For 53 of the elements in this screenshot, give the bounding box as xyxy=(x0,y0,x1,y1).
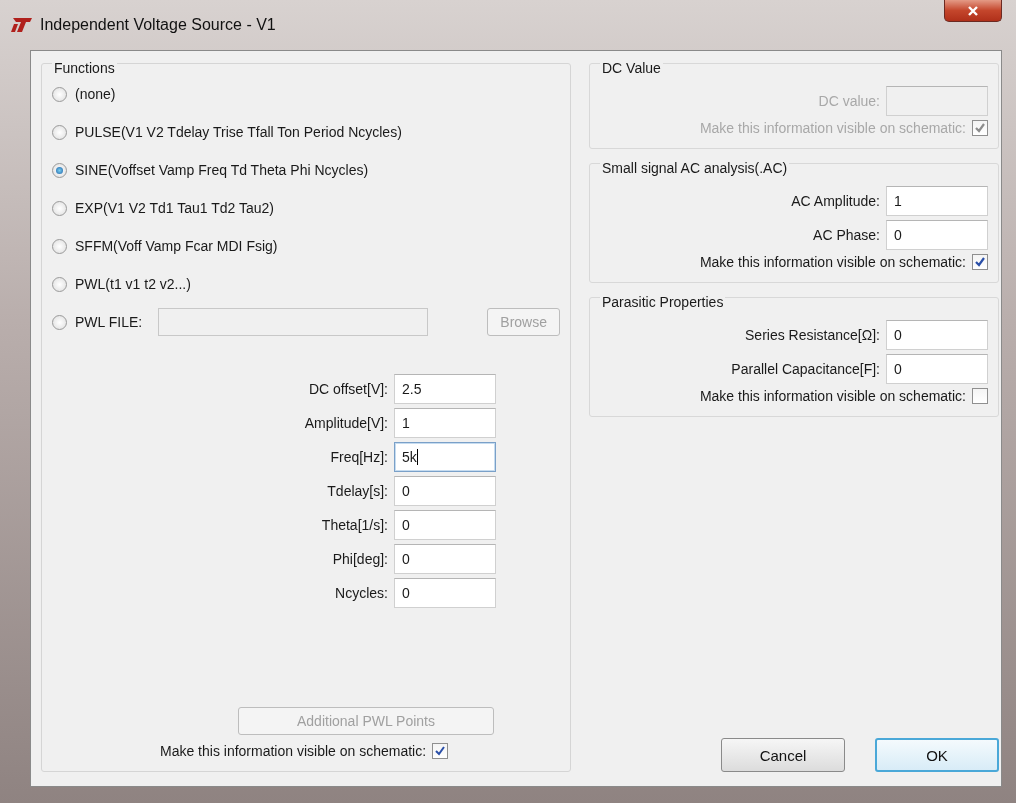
group-title: Small signal AC analysis(.AC) xyxy=(600,160,790,176)
radio-button[interactable] xyxy=(52,162,67,178)
field-label: Theta[1/s]: xyxy=(320,517,388,533)
input-field[interactable]: 2.5 xyxy=(394,374,496,404)
field-label: Ncycles: xyxy=(334,585,388,601)
input-field[interactable]: 0 xyxy=(394,510,496,540)
radio-label: PULSE(V1 V2 Tdelay Trise Tfall Ton Period Ncycles) xyxy=(75,124,402,140)
ok-button[interactable]: OK xyxy=(875,738,999,772)
group-title: DC Value xyxy=(600,60,663,76)
input-field[interactable]: 0 xyxy=(886,220,988,250)
checkbox[interactable] xyxy=(972,254,988,270)
cancel-button[interactable]: Cancel xyxy=(721,738,845,772)
input-field[interactable]: 5k xyxy=(394,442,496,472)
field-label: Freq[Hz]: xyxy=(329,449,388,465)
logo-icon xyxy=(10,16,34,34)
window-title: Independent Voltage Source - V1 xyxy=(40,16,276,34)
field-label: Amplitude[V]: xyxy=(303,415,388,431)
checkbox-label: Make this information visible on schematic: xyxy=(160,743,427,759)
checkbox[interactable] xyxy=(432,743,449,759)
radio-label: SFFM(Voff Vamp Fcar MDI Fsig) xyxy=(75,238,278,254)
field-label: AC Phase: xyxy=(813,227,880,243)
input-field[interactable]: 0 xyxy=(886,354,988,384)
input-field[interactable]: 1 xyxy=(394,408,496,438)
checkbox[interactable] xyxy=(972,388,988,404)
radio-label: PWL FILE: xyxy=(75,314,143,330)
field-label: Tdelay[s]: xyxy=(326,483,388,499)
field-label: DC value: xyxy=(818,93,880,109)
field-label: Parallel Capacitance[F]: xyxy=(731,361,880,377)
input-field[interactable]: 0 xyxy=(394,476,496,506)
close-icon xyxy=(967,4,979,17)
radio-button[interactable] xyxy=(52,124,67,140)
radio-label: (none) xyxy=(75,86,116,102)
radio-button[interactable] xyxy=(52,276,67,292)
checkbox-label: Make this information visible on schematic: xyxy=(699,388,966,404)
radio-label: EXP(V1 V2 Td1 Tau1 Td2 Tau2) xyxy=(75,200,274,216)
radio-label: PWL(t1 v1 t2 v2...) xyxy=(75,276,191,292)
radio-label: SINE(Voffset Vamp Freq Td Theta Phi Ncycles) xyxy=(75,162,369,178)
field-label: Phi[deg]: xyxy=(331,551,388,567)
input-field[interactable]: 1 xyxy=(886,186,988,216)
field-label: DC offset[V]: xyxy=(307,381,388,397)
field-label: AC Amplitude: xyxy=(791,193,880,209)
radio-button[interactable] xyxy=(52,86,67,102)
group-title: Functions xyxy=(52,60,117,76)
input-field[interactable]: 0 xyxy=(394,544,496,574)
input-field[interactable]: 0 xyxy=(886,320,988,350)
checkbox-label: Make this information visible on schematic: xyxy=(699,254,966,270)
radio-button[interactable] xyxy=(52,238,67,254)
field-label: Series Resistance[Ω]: xyxy=(745,327,880,343)
input-field[interactable]: 0 xyxy=(394,578,496,608)
checkbox-label: Make this information visible on schematic: xyxy=(699,120,966,136)
group-title: Parasitic Properties xyxy=(600,294,726,310)
close-button[interactable] xyxy=(944,0,1002,22)
radio-button[interactable] xyxy=(52,200,67,216)
